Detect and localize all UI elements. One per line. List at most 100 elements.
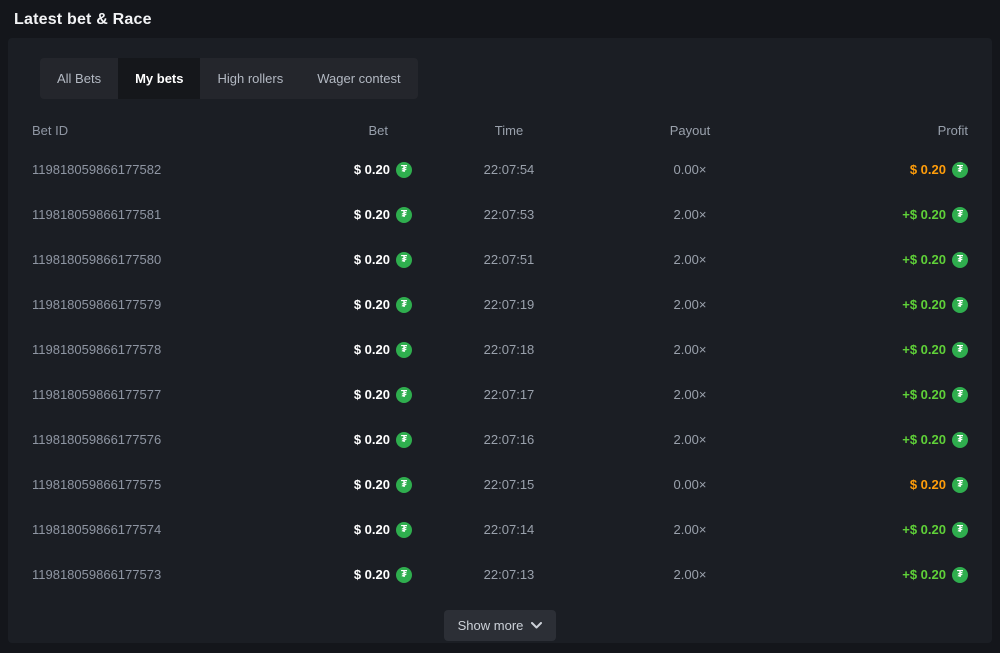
currency-coin-icon: ₮ <box>952 477 968 493</box>
bet-profit-text: +$ 0.20 <box>902 297 946 312</box>
bet-profit-text: +$ 0.20 <box>902 207 946 222</box>
bet-amount: $ 0.20 ₮ <box>262 207 412 223</box>
bet-profit: +$ 0.20 ₮ <box>774 342 968 358</box>
table-row[interactable]: 119818059866177582 $ 0.20 ₮ 22:07:54 0.0… <box>32 147 968 192</box>
bet-time: 22:07:15 <box>412 477 606 492</box>
bet-time: 22:07:13 <box>412 567 606 582</box>
bet-amount-text: $ 0.20 <box>354 162 390 177</box>
bet-time: 22:07:54 <box>412 162 606 177</box>
table-row[interactable]: 119818059866177574 $ 0.20 ₮ 22:07:14 2.0… <box>32 507 968 552</box>
bet-time: 22:07:19 <box>412 297 606 312</box>
bet-profit: +$ 0.20 ₮ <box>774 387 968 403</box>
currency-coin-icon: ₮ <box>952 387 968 403</box>
bet-profit-text: +$ 0.20 <box>902 342 946 357</box>
currency-coin-icon: ₮ <box>952 162 968 178</box>
chevron-down-icon <box>531 622 542 629</box>
bet-payout: 0.00× <box>606 162 774 177</box>
bet-id[interactable]: 119818059866177577 <box>32 387 262 402</box>
currency-coin-icon: ₮ <box>396 567 412 583</box>
page-title: Latest bet & Race <box>0 0 1000 38</box>
col-header-time: Time <box>412 123 606 138</box>
col-header-bet: Bet <box>262 123 412 138</box>
bet-time: 22:07:17 <box>412 387 606 402</box>
table-row[interactable]: 119818059866177573 $ 0.20 ₮ 22:07:13 2.0… <box>32 552 968 597</box>
tab-wager-contest[interactable]: Wager contest <box>300 58 417 99</box>
bet-payout: 2.00× <box>606 342 774 357</box>
bet-id[interactable]: 119818059866177573 <box>32 567 262 582</box>
show-more-container: Show more <box>32 610 968 641</box>
show-more-button[interactable]: Show more <box>444 610 557 641</box>
bet-profit-text: $ 0.20 <box>910 162 946 177</box>
bet-amount: $ 0.20 ₮ <box>262 477 412 493</box>
bet-id[interactable]: 119818059866177574 <box>32 522 262 537</box>
bet-id[interactable]: 119818059866177579 <box>32 297 262 312</box>
bet-payout: 2.00× <box>606 387 774 402</box>
bet-amount-text: $ 0.20 <box>354 207 390 222</box>
col-header-profit: Profit <box>774 123 968 138</box>
bet-profit-text: +$ 0.20 <box>902 387 946 402</box>
bet-id[interactable]: 119818059866177578 <box>32 342 262 357</box>
bet-id[interactable]: 119818059866177581 <box>32 207 262 222</box>
bet-payout: 2.00× <box>606 252 774 267</box>
currency-coin-icon: ₮ <box>952 297 968 313</box>
currency-coin-icon: ₮ <box>952 567 968 583</box>
table-row[interactable]: 119818059866177575 $ 0.20 ₮ 22:07:15 0.0… <box>32 462 968 507</box>
bet-payout: 2.00× <box>606 522 774 537</box>
currency-coin-icon: ₮ <box>952 522 968 538</box>
currency-coin-icon: ₮ <box>396 252 412 268</box>
bet-amount-text: $ 0.20 <box>354 432 390 447</box>
bet-payout: 2.00× <box>606 207 774 222</box>
bet-profit-text: +$ 0.20 <box>902 567 946 582</box>
bet-profit: +$ 0.20 ₮ <box>774 207 968 223</box>
currency-coin-icon: ₮ <box>396 297 412 313</box>
currency-coin-icon: ₮ <box>952 432 968 448</box>
table-row[interactable]: 119818059866177580 $ 0.20 ₮ 22:07:51 2.0… <box>32 237 968 282</box>
bet-payout: 2.00× <box>606 567 774 582</box>
currency-coin-icon: ₮ <box>396 477 412 493</box>
tab-high-rollers[interactable]: High rollers <box>200 58 300 99</box>
currency-coin-icon: ₮ <box>396 342 412 358</box>
currency-coin-icon: ₮ <box>952 342 968 358</box>
col-header-bet-id: Bet ID <box>32 123 262 138</box>
tab-all-bets[interactable]: All Bets <box>40 58 118 99</box>
bet-profit-text: +$ 0.20 <box>902 252 946 267</box>
bet-profit: +$ 0.20 ₮ <box>774 252 968 268</box>
bet-amount: $ 0.20 ₮ <box>262 342 412 358</box>
currency-coin-icon: ₮ <box>396 522 412 538</box>
table-row[interactable]: 119818059866177576 $ 0.20 ₮ 22:07:16 2.0… <box>32 417 968 462</box>
bet-amount: $ 0.20 ₮ <box>262 297 412 313</box>
currency-coin-icon: ₮ <box>952 252 968 268</box>
bet-id[interactable]: 119818059866177582 <box>32 162 262 177</box>
currency-coin-icon: ₮ <box>396 387 412 403</box>
show-more-label: Show more <box>458 618 524 633</box>
bet-time: 22:07:16 <box>412 432 606 447</box>
bet-id[interactable]: 119818059866177576 <box>32 432 262 447</box>
bet-time: 22:07:18 <box>412 342 606 357</box>
bet-payout: 2.00× <box>606 432 774 447</box>
bet-id[interactable]: 119818059866177575 <box>32 477 262 492</box>
currency-coin-icon: ₮ <box>396 162 412 178</box>
bet-amount-text: $ 0.20 <box>354 522 390 537</box>
tab-my-bets[interactable]: My bets <box>118 58 200 99</box>
table-row[interactable]: 119818059866177577 $ 0.20 ₮ 22:07:17 2.0… <box>32 372 968 417</box>
table-row[interactable]: 119818059866177578 $ 0.20 ₮ 22:07:18 2.0… <box>32 327 968 372</box>
bet-amount-text: $ 0.20 <box>354 477 390 492</box>
bet-time: 22:07:51 <box>412 252 606 267</box>
bet-amount: $ 0.20 ₮ <box>262 522 412 538</box>
bet-amount: $ 0.20 ₮ <box>262 567 412 583</box>
bet-profit-text: $ 0.20 <box>910 477 946 492</box>
latest-bets-panel: All Bets My bets High rollers Wager cont… <box>8 38 992 643</box>
bet-profit: +$ 0.20 ₮ <box>774 567 968 583</box>
bet-time: 22:07:14 <box>412 522 606 537</box>
bet-profit-text: +$ 0.20 <box>902 522 946 537</box>
bets-table: Bet ID Bet Time Payout Profit 1198180598… <box>32 113 968 597</box>
table-row[interactable]: 119818059866177579 $ 0.20 ₮ 22:07:19 2.0… <box>32 282 968 327</box>
bet-amount-text: $ 0.20 <box>354 342 390 357</box>
bet-profit-text: +$ 0.20 <box>902 432 946 447</box>
currency-coin-icon: ₮ <box>952 207 968 223</box>
bet-profit: +$ 0.20 ₮ <box>774 432 968 448</box>
bet-amount: $ 0.20 ₮ <box>262 252 412 268</box>
table-row[interactable]: 119818059866177581 $ 0.20 ₮ 22:07:53 2.0… <box>32 192 968 237</box>
bet-id[interactable]: 119818059866177580 <box>32 252 262 267</box>
bet-amount: $ 0.20 ₮ <box>262 432 412 448</box>
